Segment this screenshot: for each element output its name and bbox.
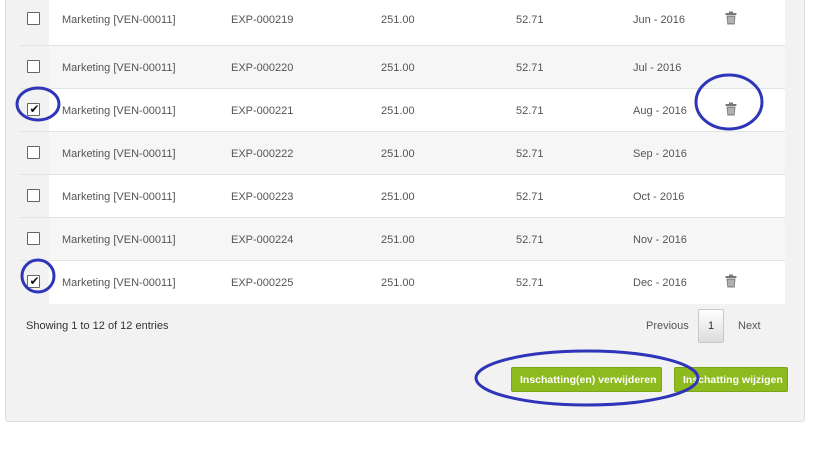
checkmark-icon: ✔ (29, 274, 40, 288)
row-checkbox[interactable]: ✔ (27, 102, 40, 116)
vendor-cell: Marketing [VEN-00011] (62, 277, 176, 289)
trash-icon[interactable] (725, 274, 737, 288)
tax-cell: 52.71 (516, 191, 544, 203)
expense-number-cell: EXP-000219 (231, 14, 294, 26)
amount-cell: 251.00 (381, 191, 415, 203)
expense-number-cell: EXP-000221 (231, 105, 294, 117)
table-row: Marketing [VEN-00011] EXP-000219 251.00 52.… (20, 0, 785, 46)
table-row: Marketing [VEN-00011] EXP-000224 251.00 52.… (20, 218, 785, 261)
edit-estimate-button[interactable]: Inschatting wijzigen (674, 367, 788, 392)
tax-cell: 52.71 (516, 234, 544, 246)
period-cell: Jul - 2016 (633, 62, 682, 74)
expense-number-cell: EXP-000222 (231, 148, 294, 160)
period-cell: Aug - 2016 (633, 105, 687, 117)
table-row: Marketing [VEN-00011] EXP-000220 251.00 52.… (20, 46, 785, 89)
tax-cell: 52.71 (516, 14, 544, 26)
checkmark-icon: ✔ (29, 102, 40, 116)
period-cell: Dec - 2016 (633, 277, 687, 289)
row-checkbox[interactable] (27, 60, 40, 73)
trash-icon[interactable] (725, 11, 737, 25)
trash-icon[interactable] (725, 102, 737, 116)
checkbox-cell (20, 46, 49, 88)
tax-cell: 52.71 (516, 148, 544, 160)
checkbox-cell (20, 132, 49, 174)
period-cell: Oct - 2016 (633, 191, 685, 203)
row-checkbox[interactable] (27, 232, 40, 245)
previous-page-link[interactable]: Previous (646, 320, 689, 332)
amount-cell: 251.00 (381, 105, 415, 117)
page-1-button[interactable]: 1 (698, 309, 724, 343)
row-checkbox[interactable] (27, 146, 40, 159)
amount-cell: 251.00 (381, 62, 415, 74)
checkbox-cell: ✔ (20, 261, 49, 304)
tax-cell: 52.71 (516, 62, 544, 74)
period-cell: Sep - 2016 (633, 148, 687, 160)
amount-cell: 251.00 (381, 148, 415, 160)
amount-cell: 251.00 (381, 14, 415, 26)
table-row: ✔ Marketing [VEN-00011] EXP-000225 251.00 52… (20, 261, 785, 304)
vendor-cell: Marketing [VEN-00011] (62, 191, 176, 203)
checkbox-cell (20, 175, 49, 217)
period-cell: Jun - 2016 (633, 14, 685, 26)
delete-estimates-button[interactable]: Inschatting(en) verwijderen (511, 367, 662, 392)
row-checkbox[interactable]: ✔ (27, 274, 40, 288)
tax-cell: 52.71 (516, 105, 544, 117)
expense-number-cell: EXP-000223 (231, 191, 294, 203)
tax-cell: 52.71 (516, 277, 544, 289)
expense-number-cell: EXP-000224 (231, 234, 294, 246)
expense-number-cell: EXP-000220 (231, 62, 294, 74)
table-row: Marketing [VEN-00011] EXP-000222 251.00 52.… (20, 132, 785, 175)
expense-number-cell: EXP-000225 (231, 277, 294, 289)
table-row: ✔ Marketing [VEN-00011] EXP-000221 251.00 52… (20, 89, 785, 132)
next-page-link[interactable]: Next (738, 320, 761, 332)
checkbox-cell: ✔ (20, 89, 49, 131)
amount-cell: 251.00 (381, 234, 415, 246)
checkbox-cell (20, 0, 49, 45)
row-checkbox[interactable] (27, 12, 40, 25)
entries-info: Showing 1 to 12 of 12 entries (26, 320, 169, 332)
vendor-cell: Marketing [VEN-00011] (62, 105, 176, 117)
amount-cell: 251.00 (381, 277, 415, 289)
checkbox-cell (20, 218, 49, 260)
vendor-cell: Marketing [VEN-00011] (62, 234, 176, 246)
expense-table: Marketing [VEN-00011] EXP-000219 251.00 52.… (20, 0, 785, 304)
vendor-cell: Marketing [VEN-00011] (62, 148, 176, 160)
vendor-cell: Marketing [VEN-00011] (62, 62, 176, 74)
row-checkbox[interactable] (27, 189, 40, 202)
period-cell: Nov - 2016 (633, 234, 687, 246)
vendor-cell: Marketing [VEN-00011] (62, 14, 176, 26)
table-row: Marketing [VEN-00011] EXP-000223 251.00 52.… (20, 175, 785, 218)
